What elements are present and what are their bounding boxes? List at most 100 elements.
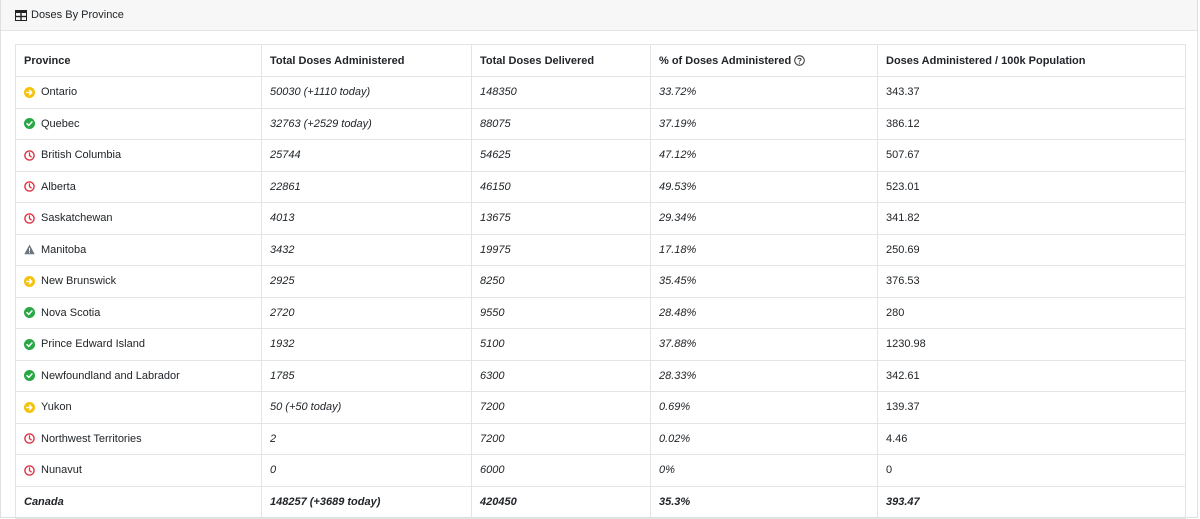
pct-administered-cell: 29.34% (650, 202, 878, 235)
total-delivered-cell: 9550 (471, 296, 651, 329)
red-clock-icon (24, 433, 35, 445)
red-clock-icon (24, 149, 35, 161)
table-row: Saskatchewan 4013 13675 29.34% 341.82 (15, 202, 1186, 235)
province-name: Northwest Territories (41, 432, 142, 445)
province-name: Nunavut (41, 464, 82, 477)
total-administered-cell: 25744 (261, 139, 472, 172)
table-row: New Brunswick 2925 8250 35.45% 376.53 (15, 265, 1186, 298)
total-administered-cell: 22861 (261, 170, 472, 203)
column-header-pct-administered[interactable]: % of Doses Administered (650, 44, 878, 77)
green-check-icon (24, 307, 35, 319)
table-row: Alberta 22861 46150 49.53% 523.01 (15, 170, 1186, 203)
table-header-row: Province Total Doses Administered Total … (15, 44, 1186, 77)
per-100k-cell: 507.67 (877, 139, 1186, 172)
province-cell: Northwest Territories (15, 422, 262, 455)
per-100k-cell: 342.61 (877, 359, 1186, 392)
province-name-wrapper: Saskatchewan (24, 212, 261, 224)
column-header-per-100k[interactable]: Doses Administered / 100k Population (877, 44, 1186, 77)
red-clock-icon (24, 464, 35, 476)
column-header-total-administered[interactable]: Total Doses Administered (261, 44, 472, 77)
column-header-total-delivered[interactable]: Total Doses Delivered (471, 44, 651, 77)
total-administered-cell: 0 (261, 454, 472, 487)
province-name-wrapper: Alberta (24, 181, 261, 193)
table-icon (15, 9, 27, 21)
total-administered-cell: 50030 (+1110 today) (261, 76, 472, 109)
total-delivered-cell: 6000 (471, 454, 651, 487)
total-per-100k-cell: 393.47 (877, 485, 1186, 519)
total-administered-cell: 32763 (+2529 today) (261, 107, 472, 140)
province-cell: Nunavut (15, 454, 262, 487)
card-header: Doses By Province (1, 0, 1197, 31)
province-name-wrapper: Prince Edward Island (24, 338, 261, 350)
total-delivered-cell: 7200 (471, 391, 651, 424)
province-table: Province Total Doses Administered Total … (15, 44, 1186, 519)
province-cell: British Columbia (15, 139, 262, 172)
pct-administered-cell: 37.19% (650, 107, 878, 140)
pct-administered-cell: 33.72% (650, 76, 878, 109)
province-name-wrapper: Nunavut (24, 464, 261, 476)
gray-warning-icon (24, 244, 35, 255)
pct-administered-cell: 35.45% (650, 265, 878, 298)
province-name: Yukon (41, 401, 72, 414)
table-row: Manitoba 3432 19975 17.18% 250.69 (15, 233, 1186, 266)
yellow-arrow-icon (24, 275, 35, 287)
province-name-wrapper: Nova Scotia (24, 307, 261, 319)
province-name: British Columbia (41, 149, 122, 162)
province-name-wrapper: Yukon (24, 401, 261, 413)
total-province-cell: Canada (15, 485, 262, 519)
table-total-row: Canada 148257 (+3689 today) 420450 35.3% 393… (15, 485, 1186, 519)
total-delivered-cell: 6300 (471, 359, 651, 392)
yellow-arrow-icon (24, 86, 35, 98)
total-delivered-cell: 46150 (471, 170, 651, 203)
province-name: Newfoundland and Labrador (41, 369, 180, 382)
pct-administered-cell: 0% (650, 454, 878, 487)
red-clock-icon (24, 212, 35, 224)
table-row: Yukon 50 (+50 today) 7200 0.69% 139.37 (15, 391, 1186, 424)
total-delivered-cell: 7200 (471, 422, 651, 455)
total-delivered-cell: 8250 (471, 265, 651, 298)
province-table-wrapper: Province Total Doses Administered Total … (15, 44, 1186, 519)
province-cell: New Brunswick (15, 265, 262, 298)
province-name: New Brunswick (41, 275, 117, 288)
province-cell: Quebec (15, 107, 262, 140)
pct-administered-cell: 47.12% (650, 139, 878, 172)
province-cell: Yukon (15, 391, 262, 424)
total-administered-cell: 2720 (261, 296, 472, 329)
question-circle-icon[interactable] (794, 54, 806, 66)
province-cell: Prince Edward Island (15, 328, 262, 361)
pct-administered-cell: 0.69% (650, 391, 878, 424)
column-header-pct-label: % of Doses Administered (659, 54, 792, 67)
per-100k-cell: 386.12 (877, 107, 1186, 140)
total-delivered-cell: 19975 (471, 233, 651, 266)
table-row: Nunavut 0 6000 0% 0 (15, 454, 1186, 487)
red-clock-icon (24, 181, 35, 193)
table-row: Northwest Territories 2 7200 0.02% 4.46 (15, 422, 1186, 455)
per-100k-cell: 1230.98 (877, 328, 1186, 361)
table-row: Ontario 50030 (+1110 today) 148350 33.72% 34… (15, 76, 1186, 109)
total-administered-cell: 1932 (261, 328, 472, 361)
province-cell: Ontario (15, 76, 262, 109)
province-name-wrapper: Quebec (24, 118, 261, 130)
per-100k-cell: 523.01 (877, 170, 1186, 203)
table-row: Quebec 32763 (+2529 today) 88075 37.19% 386.… (15, 107, 1186, 140)
total-delivered-cell: 420450 (471, 485, 651, 519)
province-name: Nova Scotia (41, 306, 101, 319)
province-name: Quebec (41, 117, 80, 130)
per-100k-cell: 139.37 (877, 391, 1186, 424)
total-administered-cell: 2 (261, 422, 472, 455)
table-row: British Columbia 25744 54625 47.12% 507.67 (15, 139, 1186, 172)
per-100k-cell: 341.82 (877, 202, 1186, 235)
province-name-wrapper: British Columbia (24, 149, 261, 161)
column-header-province[interactable]: Province (15, 44, 262, 77)
per-100k-cell: 343.37 (877, 76, 1186, 109)
province-name: Alberta (41, 180, 76, 193)
pct-administered-cell: 17.18% (650, 233, 878, 266)
pct-administered-cell: 49.53% (650, 170, 878, 203)
province-cell: Saskatchewan (15, 202, 262, 235)
province-name-wrapper: Manitoba (24, 244, 261, 256)
card-title: Doses By Province (31, 9, 124, 21)
table-row: Prince Edward Island 1932 5100 37.88% 1230.9… (15, 328, 1186, 361)
doses-by-province-card: Doses By Province Province Total Doses A… (0, 0, 1198, 519)
pct-administered-cell: 28.48% (650, 296, 878, 329)
province-name-wrapper: Ontario (24, 86, 261, 98)
